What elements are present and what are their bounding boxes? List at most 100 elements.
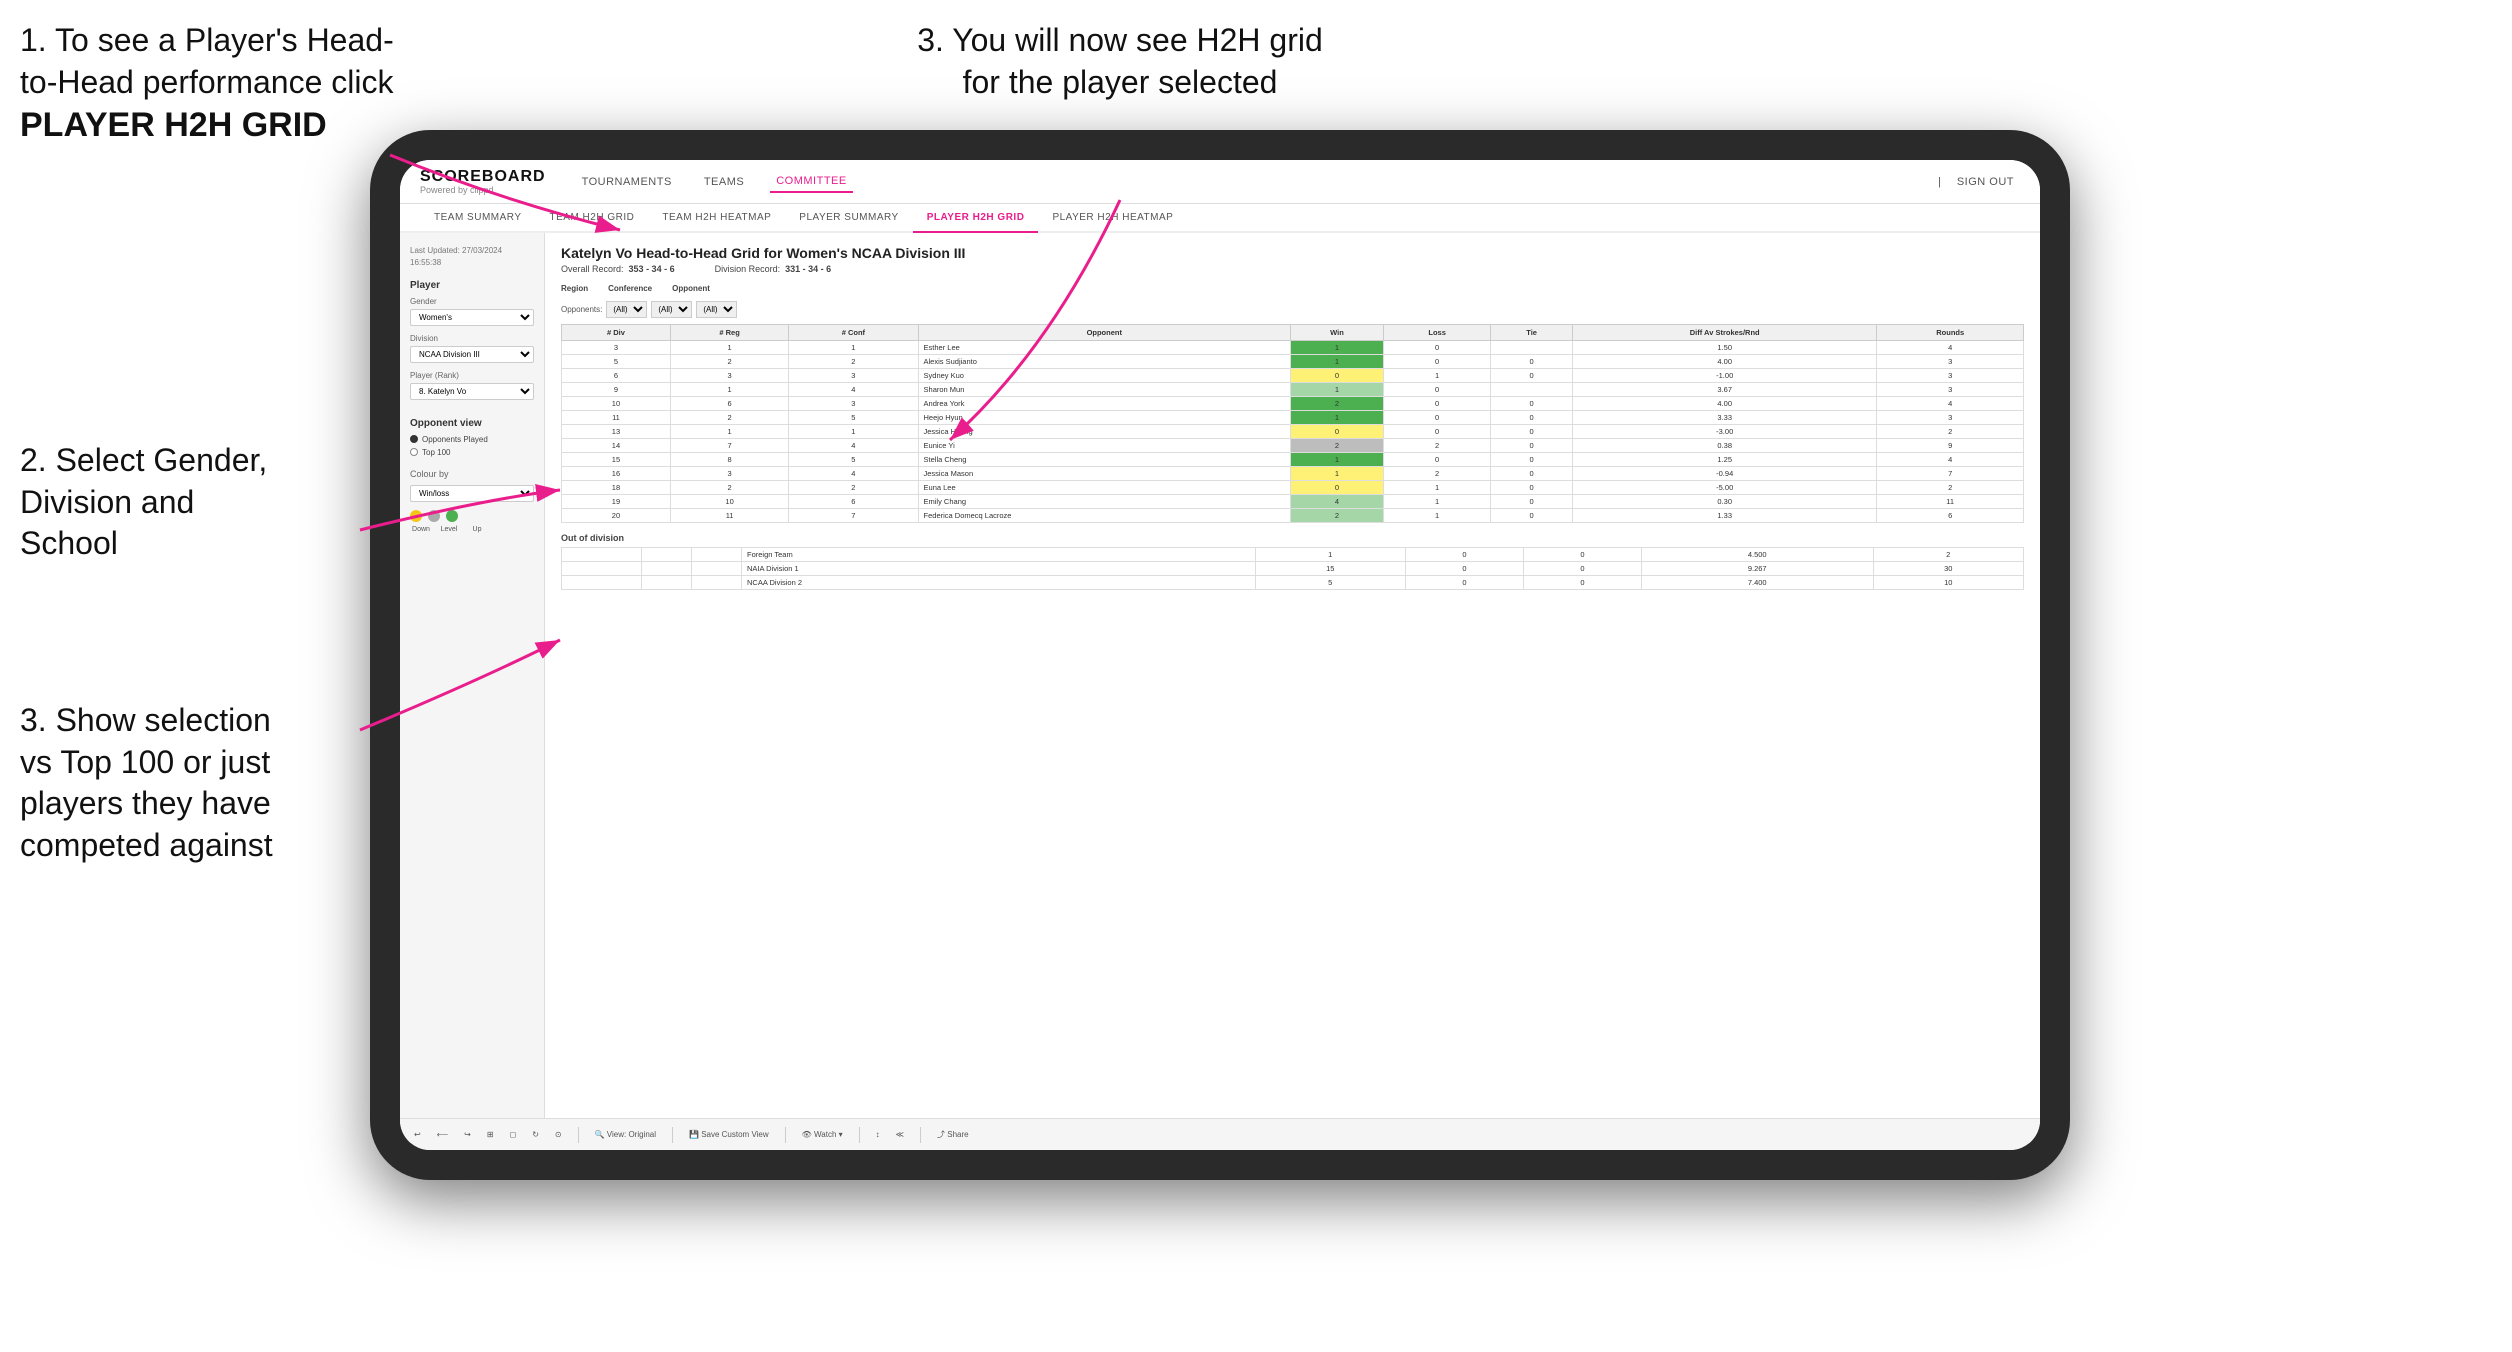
colour-label-down: Down: [410, 526, 432, 533]
col-diff: Diff Av Strokes/Rnd: [1572, 325, 1876, 341]
region-select[interactable]: (All): [606, 301, 647, 318]
dot-up: [446, 510, 458, 522]
table-row: 5 2 2 Alexis Sudjianto 1 0 0 4.00 3: [562, 355, 2024, 369]
col-conf: # Conf: [789, 325, 918, 341]
table-row: 20 11 7 Federica Domecq Lacroze 2 1 0 1.…: [562, 509, 2024, 523]
toolbar-back[interactable]: ⟵: [433, 1128, 452, 1141]
nav-committee[interactable]: COMMITTEE: [770, 171, 853, 193]
sidebar-player-select[interactable]: 8. Katelyn Vo: [410, 383, 534, 400]
toolbar-sep1: [578, 1127, 579, 1143]
col-div: # Div: [562, 325, 671, 341]
dot-down: [410, 510, 422, 522]
toolbar-sep3: [785, 1127, 786, 1143]
radio-top100[interactable]: Top 100: [410, 448, 534, 457]
region-label: Region: [561, 284, 588, 293]
sidebar-division-label: Division: [410, 334, 534, 343]
colour-by-section: Colour by Win/loss Down Level Up: [410, 469, 534, 533]
header-separator: |: [1938, 176, 1941, 188]
radio-opponents-played[interactable]: Opponents Played: [410, 435, 534, 444]
sidebar-division-select[interactable]: NCAA Division III NCAA Division I NCAA D…: [410, 346, 534, 363]
toolbar-dots[interactable]: ◻: [506, 1128, 521, 1141]
sidebar-player-rank-label: Player (Rank): [410, 371, 534, 380]
overall-record: Overall Record: 353 - 34 - 6: [561, 264, 675, 274]
sidebar-gender-select[interactable]: Women's Men's: [410, 309, 534, 326]
ood-table-row: NCAA Division 2 5 0 0 7.400 10: [562, 576, 2024, 590]
conference-label: Conference: [608, 284, 652, 293]
toolbar-circle[interactable]: ⊙: [551, 1128, 566, 1141]
conference-filter-group: Conference: [608, 284, 652, 293]
sub-nav-player-h2h-grid[interactable]: PLAYER H2H GRID: [913, 204, 1039, 233]
toolbar-refresh[interactable]: ↻: [528, 1128, 543, 1141]
table-row: 13 1 1 Jessica Huang 0 0 0 -3.00 2: [562, 425, 2024, 439]
division-record: Division Record: 331 - 34 - 6: [715, 264, 832, 274]
col-tie: Tie: [1491, 325, 1573, 341]
grid-title: Katelyn Vo Head-to-Head Grid for Women's…: [561, 245, 2024, 261]
dot-level: [428, 510, 440, 522]
bottom-toolbar: ↩ ⟵ ↪ ⊞ ◻ ↻ ⊙ 🔍 View: Original 💾 Save Cu…: [400, 1118, 2040, 1150]
grid-records: Overall Record: 353 - 34 - 6 Division Re…: [561, 264, 2024, 274]
opponent-filter-group: Opponent: [672, 284, 710, 293]
colour-by-title: Colour by: [410, 469, 534, 479]
colour-by-select[interactable]: Win/loss: [410, 485, 534, 502]
table-row: 10 6 3 Andrea York 2 0 0 4.00 4: [562, 397, 2024, 411]
table-row: 19 10 6 Emily Chang 4 1 0 0.30 11: [562, 495, 2024, 509]
table-row: 3 1 1 Esther Lee 1 0 1.50 4: [562, 341, 2024, 355]
sign-out-link[interactable]: Sign out: [1951, 172, 2020, 192]
tablet-screen: SCOREBOARD Powered by clippd TOURNAMENTS…: [400, 160, 2040, 1150]
sub-nav-player-h2h-heatmap[interactable]: PLAYER H2H HEATMAP: [1038, 204, 1187, 233]
opponent-view-title: Opponent view: [410, 418, 534, 429]
toolbar-view-original[interactable]: 🔍 View: Original: [591, 1128, 660, 1141]
colour-labels: Down Level Up: [410, 526, 534, 533]
toolbar-redo[interactable]: ↪: [460, 1128, 475, 1141]
region-filter-group: Region: [561, 284, 588, 293]
filter-row: Region Conference Opponent: [561, 284, 2024, 293]
toolbar-resize[interactable]: ↕: [872, 1128, 884, 1141]
toolbar-undo[interactable]: ↩: [410, 1128, 425, 1141]
logo-sub: Powered by clippd: [420, 186, 546, 196]
main-content: Last Updated: 27/03/202416:55:38 Player …: [400, 233, 2040, 1143]
radio-opponents-label: Opponents Played: [422, 435, 488, 444]
table-row: 18 2 2 Euna Lee 0 1 0 -5.00 2: [562, 481, 2024, 495]
toolbar-save-custom[interactable]: 💾 Save Custom View: [685, 1128, 773, 1141]
opponents-filter-label: Opponents:: [561, 305, 602, 314]
opponent-select[interactable]: (All): [696, 301, 737, 318]
radio-dot-top100: [410, 448, 418, 456]
header-right: | Sign out: [1938, 172, 2020, 192]
nav-tournaments[interactable]: TOURNAMENTS: [576, 172, 678, 192]
ood-table-row: NAIA Division 1 15 0 0 9.267 30: [562, 562, 2024, 576]
toolbar-share[interactable]: ⤴ Share: [933, 1127, 973, 1142]
out-of-division-label: Out of division: [561, 533, 2024, 543]
conference-select[interactable]: (All): [651, 301, 692, 318]
sidebar-player-title: Player: [410, 280, 534, 291]
col-rounds: Rounds: [1877, 325, 2024, 341]
instruction-mid-left: 2. Select Gender,Division andSchool: [20, 440, 360, 565]
toolbar-sep4: [859, 1127, 860, 1143]
toolbar-expand[interactable]: ≪: [892, 1128, 908, 1141]
grid-area: Katelyn Vo Head-to-Head Grid for Women's…: [545, 233, 2040, 1143]
toolbar-watch[interactable]: 👁 Watch ▾: [798, 1128, 847, 1141]
nav-items: TOURNAMENTS TEAMS COMMITTEE: [576, 171, 1908, 193]
toolbar-sep2: [672, 1127, 673, 1143]
radio-dot-opponents: [410, 435, 418, 443]
instruction-bottom-left: 3. Show selectionvs Top 100 or justplaye…: [20, 700, 360, 866]
logo-scoreboard: SCOREBOARD: [420, 168, 546, 186]
nav-teams[interactable]: TEAMS: [698, 172, 750, 192]
toolbar-grid[interactable]: ⊞: [483, 1128, 498, 1141]
sub-nav-team-h2h-grid[interactable]: TEAM H2H GRID: [536, 204, 649, 233]
sidebar: Last Updated: 27/03/202416:55:38 Player …: [400, 233, 545, 1143]
instruction-top-right: 3. You will now see H2H gridfor the play…: [860, 20, 1380, 103]
col-loss: Loss: [1383, 325, 1490, 341]
col-win: Win: [1291, 325, 1384, 341]
sub-nav-team-summary[interactable]: TEAM SUMMARY: [420, 204, 536, 233]
filter-selects-row: Opponents: (All) (All) (All): [561, 301, 2024, 318]
tablet: SCOREBOARD Powered by clippd TOURNAMENTS…: [370, 130, 2070, 1180]
colour-dots: [410, 510, 534, 522]
main-data-table: # Div # Reg # Conf Opponent Win Loss Tie…: [561, 324, 2024, 523]
opponents-filter: Opponents: (All) (All) (All): [561, 301, 737, 318]
table-row: 6 3 3 Sydney Kuo 0 1 0 -1.00 3: [562, 369, 2024, 383]
sub-nav-team-h2h-heatmap[interactable]: TEAM H2H HEATMAP: [648, 204, 785, 233]
ood-table-row: Foreign Team 1 0 0 4.500 2: [562, 548, 2024, 562]
sub-nav-player-summary[interactable]: PLAYER SUMMARY: [785, 204, 912, 233]
sidebar-gender-label: Gender: [410, 297, 534, 306]
colour-label-level: Level: [438, 526, 460, 533]
